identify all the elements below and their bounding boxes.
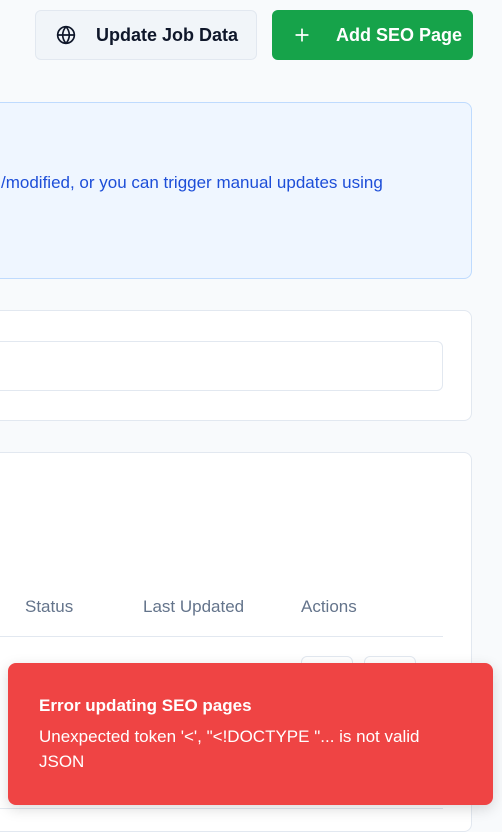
add-seo-page-button[interactable]: Add SEO Page (272, 10, 473, 60)
search-card (0, 310, 472, 421)
add-seo-page-label: Add SEO Page (336, 24, 463, 45)
toast-message: Unexpected token '<', "<!DOCTYPE "... is… (39, 727, 420, 771)
column-header-last-updated[interactable]: Last Updated (143, 597, 244, 617)
table-row-divider (0, 808, 443, 809)
info-banner: /modified, or you can trigger manual upd… (0, 102, 472, 279)
update-job-data-label: Update Job Data (96, 24, 239, 45)
table-header-divider (0, 636, 443, 637)
update-job-data-button[interactable]: Update Job Data (35, 10, 257, 60)
plus-icon (292, 25, 312, 45)
toast-title: Error updating SEO pages (39, 696, 252, 715)
column-header-status[interactable]: Status (25, 597, 73, 617)
error-toast[interactable]: Error updating SEO pages Unexpected toke… (8, 663, 493, 805)
search-input[interactable] (0, 341, 443, 391)
globe-icon (56, 25, 76, 45)
info-banner-text: /modified, or you can trigger manual upd… (1, 173, 383, 192)
column-header-actions: Actions (301, 597, 357, 616)
